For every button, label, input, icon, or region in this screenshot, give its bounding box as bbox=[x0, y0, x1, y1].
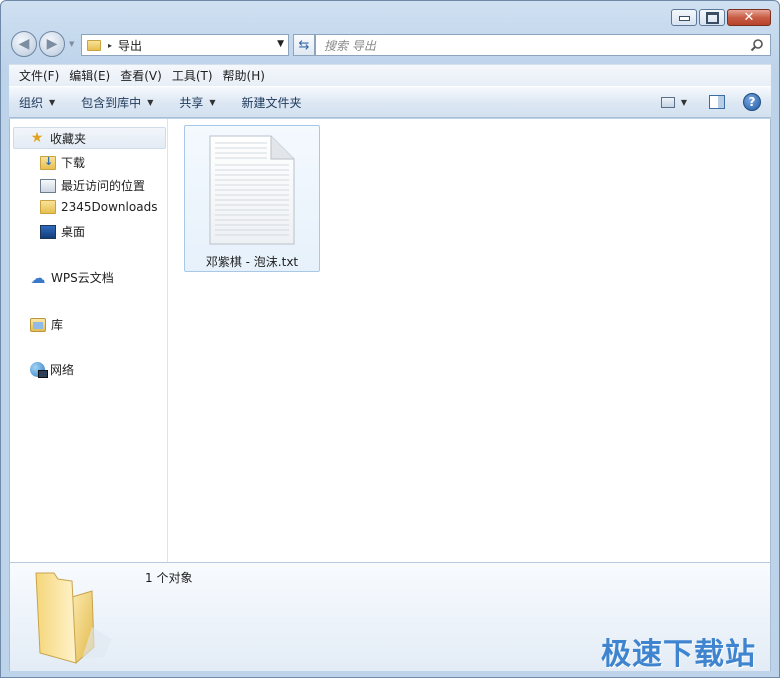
folder-icon bbox=[35, 572, 112, 665]
help-icon[interactable]: ? bbox=[743, 93, 761, 111]
chevron-down-icon: ▼ bbox=[209, 97, 216, 107]
cloud-icon: ☁ bbox=[30, 268, 46, 287]
view-dropdown-icon[interactable]: ▼ bbox=[681, 98, 687, 107]
address-row: ◀ ▶ ▼ ▸ 导出 ▼ ⇆ 搜索 导出 bbox=[9, 31, 771, 59]
download-folder-icon bbox=[40, 155, 56, 170]
share-button[interactable]: 共享 ▼ bbox=[179, 94, 215, 111]
menu-edit[interactable]: 编辑(E) bbox=[64, 67, 115, 84]
file-name: 邓紫棋 - 泡沫.txt bbox=[205, 255, 299, 269]
chevron-down-icon: ▼ bbox=[147, 97, 154, 107]
sidebar-item-library[interactable]: 库 bbox=[30, 316, 63, 333]
library-icon bbox=[30, 317, 46, 332]
sidebar-item-label: 桌面 bbox=[61, 225, 86, 239]
minimize-button[interactable] bbox=[671, 9, 697, 26]
breadcrumb-current[interactable]: 导出 bbox=[118, 37, 142, 54]
navigation-pane: ★ 收藏夹 下载 最近访问的位置 2345Downloads 桌面 ☁ WP bbox=[10, 119, 168, 562]
address-bar[interactable]: ▸ 导出 ▼ bbox=[81, 34, 289, 56]
sidebar-item-recent[interactable]: 最近访问的位置 bbox=[40, 177, 145, 194]
search-icon[interactable] bbox=[750, 38, 764, 52]
view-controls: ▼ ? bbox=[660, 93, 761, 111]
organize-button[interactable]: 组织 ▼ bbox=[19, 94, 55, 111]
back-button[interactable]: ◀ bbox=[11, 31, 37, 57]
sidebar-item-label: 网络 bbox=[50, 363, 75, 377]
sidebar-item-wps-cloud[interactable]: ☁ WPS云文档 bbox=[30, 269, 114, 286]
include-in-library-button[interactable]: 包含到库中 ▼ bbox=[81, 94, 153, 111]
refresh-icon: ⇆ bbox=[298, 37, 310, 53]
sidebar-item-label: 库 bbox=[51, 318, 64, 332]
star-icon: ★ bbox=[30, 130, 44, 146]
sidebar-item-label: 最近访问的位置 bbox=[61, 179, 146, 193]
search-placeholder: 搜索 导出 bbox=[324, 38, 376, 53]
arrow-left-icon: ◀ bbox=[18, 36, 30, 52]
watermark-logo: 极速下载站 bbox=[601, 637, 756, 672]
search-input[interactable]: 搜索 导出 bbox=[315, 34, 771, 56]
object-count: 1 个对象 bbox=[145, 571, 193, 585]
share-label: 共享 bbox=[179, 95, 204, 110]
chevron-down-icon: ▼ bbox=[49, 97, 56, 107]
forward-button[interactable]: ▶ bbox=[39, 31, 65, 57]
arrow-right-icon: ▶ bbox=[46, 36, 58, 52]
network-icon bbox=[30, 362, 48, 378]
sidebar-item-label: 2345Downloads bbox=[61, 200, 158, 214]
folder-icon bbox=[87, 39, 101, 51]
sidebar-item-label: WPS云文档 bbox=[51, 271, 114, 285]
recent-pages-dropdown[interactable]: ▼ bbox=[69, 40, 77, 48]
organize-label: 组织 bbox=[19, 95, 44, 110]
breadcrumb-separator-icon[interactable]: ▸ bbox=[108, 41, 112, 50]
explorer-window: ✕ ◀ ▶ ▼ ▸ 导出 ▼ ⇆ 搜索 导出 文件(F) 编辑(E) 查看(V)… bbox=[0, 0, 780, 678]
address-dropdown-icon[interactable]: ▼ bbox=[277, 39, 284, 49]
refresh-button[interactable]: ⇆ bbox=[293, 34, 315, 56]
text-file-icon bbox=[209, 135, 295, 245]
sidebar-item-label: 下载 bbox=[61, 156, 86, 170]
sidebar-item-downloads[interactable]: 下载 bbox=[40, 154, 85, 171]
sidebar-item-favorites[interactable]: ★ 收藏夹 bbox=[13, 127, 166, 149]
menu-tools[interactable]: 工具(T) bbox=[167, 67, 218, 84]
menu-view[interactable]: 查看(V) bbox=[115, 67, 167, 84]
preview-pane-icon[interactable] bbox=[709, 95, 725, 109]
new-folder-button[interactable]: 新建文件夹 bbox=[242, 94, 302, 111]
content-area: ★ 收藏夹 下载 最近访问的位置 2345Downloads 桌面 ☁ WP bbox=[9, 119, 771, 562]
folder-icon bbox=[40, 200, 56, 214]
file-item[interactable]: 邓紫棋 - 泡沫.txt bbox=[184, 125, 320, 272]
maximize-button[interactable] bbox=[699, 9, 725, 26]
change-view-icon[interactable] bbox=[660, 96, 675, 108]
include-library-label: 包含到库中 bbox=[81, 95, 142, 110]
sidebar-item-network[interactable]: 网络 bbox=[30, 361, 74, 378]
sidebar-item-label: 收藏夹 bbox=[50, 131, 87, 146]
details-pane: 1 个对象 极速下载站 bbox=[9, 562, 771, 672]
close-button[interactable]: ✕ bbox=[727, 9, 771, 26]
command-bar: 组织 ▼ 包含到库中 ▼ 共享 ▼ 新建文件夹 ▼ ? bbox=[9, 86, 771, 118]
new-folder-label: 新建文件夹 bbox=[241, 95, 302, 110]
menu-help[interactable]: 帮助(H) bbox=[218, 67, 270, 84]
desktop-icon bbox=[40, 224, 56, 239]
close-icon: ✕ bbox=[743, 10, 755, 25]
caption-buttons: ✕ bbox=[671, 9, 771, 26]
recent-places-icon bbox=[40, 178, 56, 193]
menu-bar: 文件(F) 编辑(E) 查看(V) 工具(T) 帮助(H) bbox=[9, 64, 771, 86]
sidebar-item-desktop[interactable]: 桌面 bbox=[40, 223, 85, 240]
sidebar-item-2345downloads[interactable]: 2345Downloads bbox=[40, 200, 157, 214]
menu-file[interactable]: 文件(F) bbox=[14, 67, 64, 84]
